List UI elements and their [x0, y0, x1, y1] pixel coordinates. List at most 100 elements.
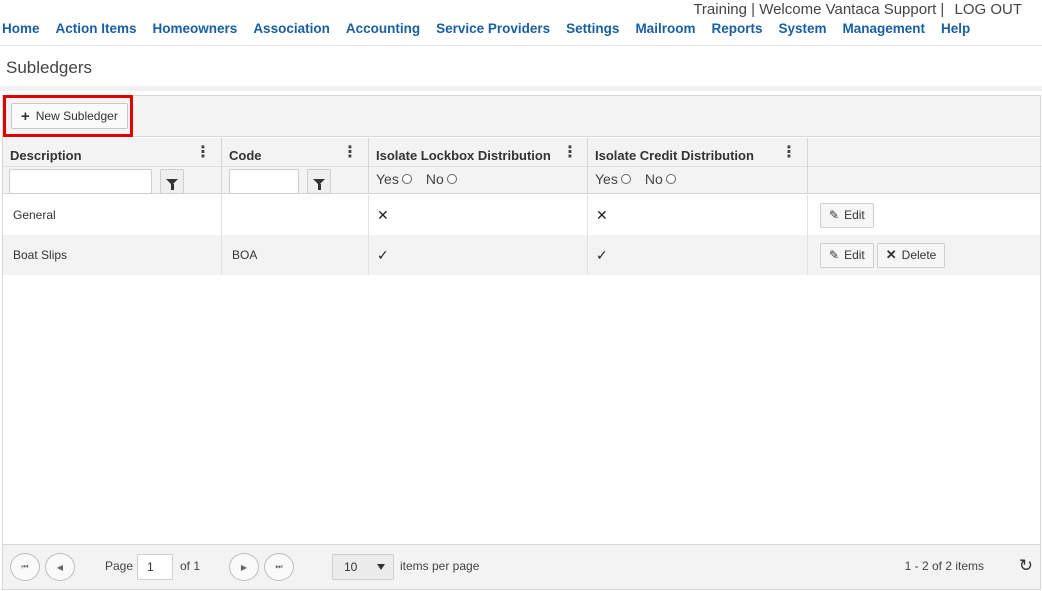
page-number-input[interactable]: 1	[137, 554, 173, 580]
yes-label: Yes	[376, 171, 399, 187]
edit-label: Edit	[844, 248, 865, 262]
grid-header: Description ⋮ Code ⋮ Isolate Lockbox Dis…	[3, 138, 1042, 194]
no-label: No	[425, 171, 444, 187]
filter-row-code	[222, 166, 368, 194]
description-filter-input[interactable]	[9, 169, 152, 194]
column-credit: Isolate Credit Distribution ⋮ Yes No	[588, 138, 808, 194]
delete-x-icon: ✕	[885, 247, 897, 262]
next-page-icon: ▶	[240, 562, 248, 572]
filter-icon	[166, 178, 178, 190]
page-size-value: 10	[344, 560, 358, 574]
page-total-label: of 1	[180, 559, 201, 573]
lockbox-yes-option[interactable]: Yes	[376, 171, 412, 187]
edit-label: Edit	[844, 208, 865, 222]
filter-row-lockbox: Yes No	[369, 166, 587, 194]
nav-action-items[interactable]: Action Items	[56, 21, 137, 41]
prev-page-button[interactable]: ◀	[45, 553, 75, 581]
credit-no-option[interactable]: No	[645, 171, 676, 187]
grid-pager: ⏮ ◀ Page 1 of 1 ▶ ⏭ 10 items per page 1 …	[3, 544, 1040, 589]
code-filter-button[interactable]	[307, 169, 331, 194]
page-size-select[interactable]: 10	[332, 554, 394, 580]
cell-code	[222, 195, 369, 235]
no-label: No	[644, 171, 663, 187]
logout-link[interactable]: LOG OUT	[954, 1, 1022, 18]
cell-lockbox: ✓	[369, 235, 588, 275]
nav-settings[interactable]: Settings	[566, 21, 619, 41]
cell-description: General	[3, 195, 222, 235]
edit-button[interactable]: ✎ Edit	[820, 202, 874, 228]
grid-toolbar: + New Subledger	[3, 95, 1040, 137]
nav-divider	[0, 45, 1042, 46]
first-page-button[interactable]: ⏮	[10, 553, 40, 581]
column-menu-icon[interactable]: ⋮	[562, 145, 578, 161]
column-header-description[interactable]: Description	[10, 148, 82, 163]
lockbox-radio-group: Yes No	[376, 171, 471, 187]
nav-reports[interactable]: Reports	[711, 21, 762, 41]
cell-code: BOA	[222, 235, 369, 275]
title-divider	[0, 86, 1042, 91]
table-row: Boat Slips BOA ✓ ✓ ✎ Edit ✕ Delete	[3, 235, 1040, 275]
last-page-button[interactable]: ⏭	[264, 553, 294, 581]
lockbox-no-option[interactable]: No	[426, 171, 457, 187]
filter-icon	[313, 178, 325, 190]
code-filter-input[interactable]	[229, 169, 299, 194]
filter-row-actions	[808, 166, 1042, 194]
filter-row-credit: Yes No	[588, 166, 807, 194]
nav-homeowners[interactable]: Homeowners	[153, 21, 238, 41]
prev-page-icon: ◀	[56, 562, 64, 572]
top-bar: Training | Welcome Vantaca Support | LOG…	[0, 0, 1042, 20]
credit-yes-option[interactable]: Yes	[595, 171, 631, 187]
nav-help[interactable]: Help	[941, 21, 970, 41]
table-row: General ✕ ✕ ✎ Edit	[3, 195, 1040, 235]
edit-button[interactable]: ✎ Edit	[820, 242, 874, 268]
cell-lockbox: ✕	[369, 195, 588, 235]
delete-label: Delete	[901, 248, 937, 262]
yes-label: Yes	[595, 171, 618, 187]
next-page-button[interactable]: ▶	[229, 553, 259, 581]
credit-radio-group: Yes No	[595, 171, 690, 187]
radio-no[interactable]	[446, 174, 457, 184]
page-title: Subledgers	[6, 58, 93, 77]
radio-yes[interactable]	[620, 174, 631, 184]
nav-system[interactable]: System	[778, 21, 826, 41]
nav-association[interactable]: Association	[253, 21, 330, 41]
column-header-code[interactable]: Code	[229, 148, 262, 163]
per-page-label: items per page	[400, 559, 480, 573]
refresh-icon[interactable]: ↻	[1019, 556, 1033, 576]
pencil-icon: ✎	[829, 208, 840, 222]
radio-no[interactable]	[665, 174, 676, 184]
main-nav: Home Action Items Homeowners Association…	[2, 21, 986, 41]
column-actions	[808, 138, 1042, 194]
new-subledger-button[interactable]: + New Subledger	[11, 103, 128, 129]
cell-actions: ✎ Edit	[808, 195, 1042, 235]
nav-home[interactable]: Home	[2, 21, 40, 41]
user-area: Training | Welcome Vantaca Support | LOG…	[693, 1, 1022, 18]
delete-button[interactable]: ✕ Delete	[876, 242, 946, 268]
nav-mailroom[interactable]: Mailroom	[635, 21, 695, 41]
column-header-lockbox[interactable]: Isolate Lockbox Distribution	[376, 148, 551, 163]
description-filter-button[interactable]	[160, 169, 184, 194]
cell-credit: ✓	[588, 235, 808, 275]
column-code: Code ⋮	[222, 138, 369, 194]
pencil-icon: ✎	[829, 248, 840, 262]
pager-summary: 1 - 2 of 2 items	[904, 559, 984, 573]
chevron-down-icon	[377, 564, 385, 570]
last-page-icon: ⏭	[275, 562, 283, 571]
welcome-text: Training | Welcome Vantaca Support |	[693, 1, 945, 18]
nav-service-providers[interactable]: Service Providers	[436, 21, 550, 41]
nav-management[interactable]: Management	[843, 21, 926, 41]
column-menu-icon[interactable]: ⋮	[342, 145, 358, 161]
column-description: Description ⋮	[3, 138, 222, 194]
cell-actions: ✎ Edit ✕ Delete	[808, 235, 1042, 275]
radio-yes[interactable]	[401, 174, 412, 184]
cell-description: Boat Slips	[3, 235, 222, 275]
column-header-credit[interactable]: Isolate Credit Distribution	[595, 148, 754, 163]
column-lockbox: Isolate Lockbox Distribution ⋮ Yes No	[369, 138, 588, 194]
plus-icon: +	[21, 107, 30, 125]
nav-accounting[interactable]: Accounting	[346, 21, 420, 41]
column-menu-icon[interactable]: ⋮	[195, 145, 211, 161]
page-label: Page	[105, 559, 134, 573]
first-page-icon: ⏮	[21, 562, 29, 571]
column-menu-icon[interactable]: ⋮	[781, 145, 797, 161]
subledger-grid: + New Subledger Description ⋮ Code ⋮ Iso…	[2, 95, 1042, 590]
